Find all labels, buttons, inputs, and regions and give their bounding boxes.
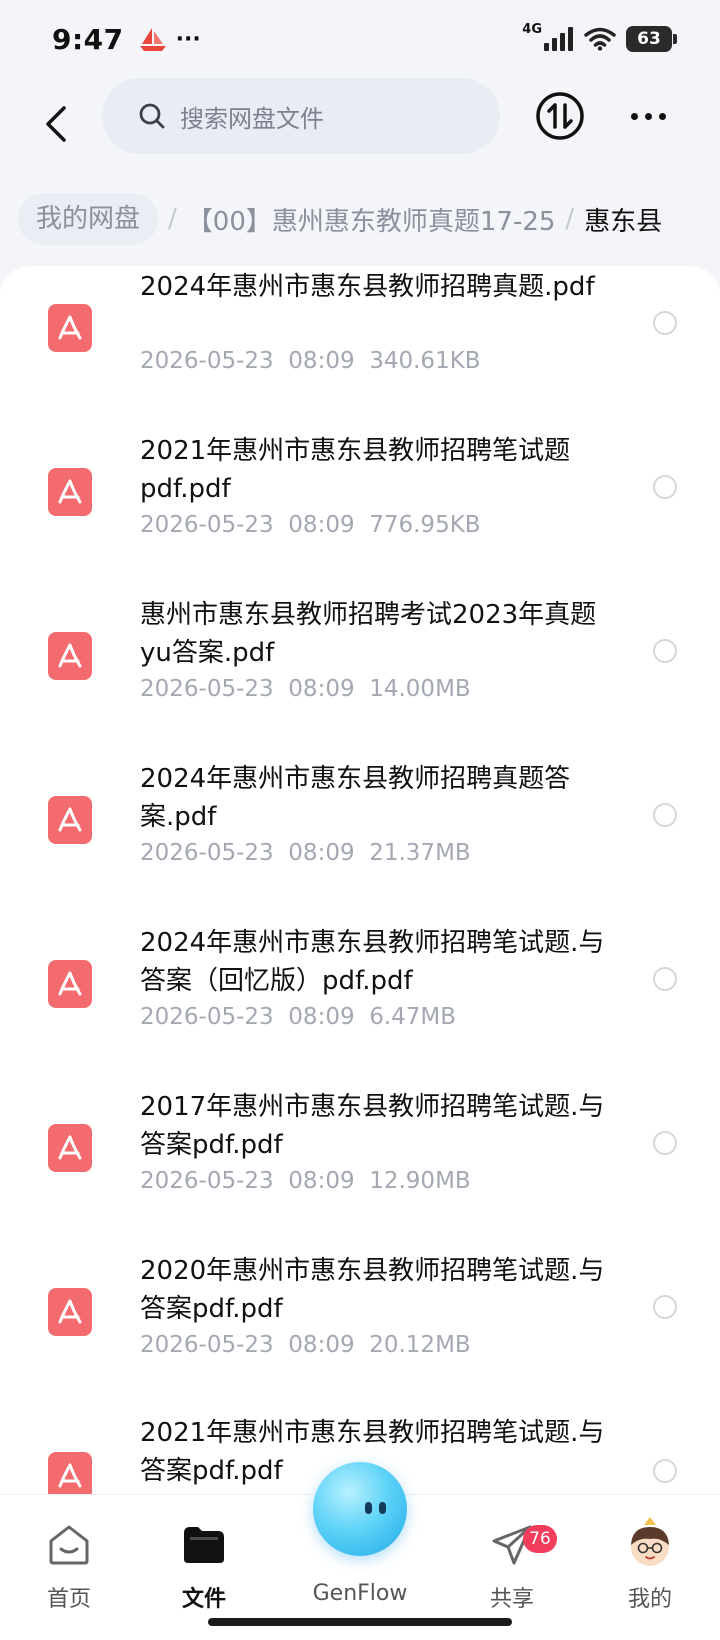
file-list: 2024年惠州市惠东县教师招聘真题.pdf 2026-05-23 08:09 3…	[0, 266, 720, 1496]
top-bar: 搜索网盘文件	[0, 78, 720, 174]
status-indicators: 4G 63	[522, 22, 677, 52]
signal-icon	[544, 27, 573, 51]
file-name: 2021年惠州市惠东县教师招聘笔试题pdf.pdf	[140, 436, 571, 504]
file-row[interactable]: 2024年惠州市惠东县教师招聘真题答案.pdf 2026-05-23 08:09…	[0, 758, 720, 922]
wifi-icon	[584, 27, 616, 51]
select-checkbox[interactable]	[653, 475, 677, 499]
notification-dots: ···	[175, 26, 201, 52]
breadcrumb-root[interactable]: 我的网盘	[18, 193, 159, 245]
nav-share-label: 共享	[489, 1587, 534, 1612]
pdf-file-icon	[48, 960, 92, 1008]
file-row[interactable]: 2020年惠州市惠东县教师招聘笔试题.与答案pdf.pdf 2026-05-23…	[0, 1250, 720, 1414]
nav-files[interactable]: 文件	[149, 1515, 259, 1615]
pdf-file-icon	[48, 1452, 92, 1496]
file-meta: 2026-05-23 08:09 20.12MB	[140, 1332, 471, 1358]
more-button[interactable]	[620, 96, 676, 136]
file-meta: 2026-05-23 08:09 12.90MB	[140, 1168, 471, 1194]
genflow-mascot-icon[interactable]	[313, 1462, 407, 1556]
file-meta: 2026-05-23 08:09 21.37MB	[140, 840, 471, 866]
file-meta: 2026-05-23 08:09 776.95KB	[140, 512, 481, 538]
file-row[interactable]: 2024年惠州市惠东县教师招聘真题.pdf 2026-05-23 08:09 3…	[0, 266, 720, 430]
file-meta: 2026-05-23 08:09 340.61KB	[140, 348, 481, 374]
back-button[interactable]	[28, 96, 84, 152]
file-meta: 2026-05-23 08:09 14.00MB	[140, 676, 471, 702]
sailboat-app-icon	[139, 28, 166, 51]
home-indicator[interactable]	[208, 1618, 512, 1626]
nav-home[interactable]: 首页	[14, 1515, 124, 1615]
breadcrumb-folder[interactable]: 【00】惠州惠东教师真题17-25	[187, 201, 556, 238]
breadcrumb-current: 惠东县	[584, 206, 663, 237]
share-badge: 76	[523, 1525, 557, 1553]
search-input[interactable]: 搜索网盘文件	[102, 78, 500, 154]
nav-genflow-label: GenFlow	[312, 1581, 408, 1606]
home-icon	[49, 1525, 89, 1565]
file-name: 2017年惠州市惠东县教师招聘笔试题.与答案pdf.pdf	[140, 1092, 605, 1160]
network-type: 4G	[522, 21, 542, 37]
pdf-file-icon	[48, 796, 92, 844]
nav-home-label: 首页	[46, 1587, 91, 1612]
file-row[interactable]: 2024年惠州市惠东县教师招聘笔试题.与答案（回忆版）pdf.pdf 2026-…	[0, 922, 720, 1086]
file-row[interactable]: 2017年惠州市惠东县教师招聘笔试题.与答案pdf.pdf 2026-05-23…	[0, 1086, 720, 1250]
select-checkbox[interactable]	[653, 311, 677, 335]
select-checkbox[interactable]	[653, 803, 677, 827]
file-name: 2020年惠州市惠东县教师招聘笔试题.与答案pdf.pdf	[140, 1256, 605, 1324]
file-name: 2024年惠州市惠东县教师招聘真题答案.pdf	[140, 764, 571, 832]
file-name: 2024年惠州市惠东县教师招聘笔试题.与答案（回忆版）pdf.pdf	[140, 928, 605, 996]
avatar-icon	[631, 1517, 669, 1566]
pdf-file-icon	[48, 632, 92, 680]
file-name: 2024年惠州市惠东县教师招聘真题.pdf	[140, 272, 595, 302]
chevron-left-icon	[46, 106, 66, 142]
nav-mine[interactable]: 我的	[595, 1515, 705, 1615]
breadcrumb: 我的网盘 / 【00】惠州惠东教师真题17-25 / 惠东县	[0, 190, 720, 248]
nav-mine-label: 我的	[627, 1587, 672, 1612]
status-time: 9:47	[52, 22, 124, 56]
nav-share[interactable]: 76 共享	[457, 1515, 567, 1615]
pdf-file-icon	[48, 1124, 92, 1172]
select-checkbox[interactable]	[653, 639, 677, 663]
select-checkbox[interactable]	[653, 1131, 677, 1155]
status-bar: 9:47 ··· 4G 63	[0, 0, 720, 78]
pdf-file-icon	[48, 468, 92, 516]
more-horizontal-icon	[630, 112, 638, 120]
nav-files-label: 文件	[181, 1587, 226, 1612]
breadcrumb-separator: /	[168, 204, 177, 234]
search-icon	[139, 103, 165, 129]
folder-icon	[184, 1527, 224, 1563]
select-checkbox[interactable]	[653, 1459, 677, 1483]
select-checkbox[interactable]	[653, 1295, 677, 1319]
file-meta: 2026-05-23 08:09 6.47MB	[140, 1004, 457, 1030]
breadcrumb-separator: /	[565, 204, 575, 234]
search-placeholder: 搜索网盘文件	[180, 104, 324, 133]
pdf-file-icon	[48, 1288, 92, 1336]
battery-indicator: 63	[626, 26, 677, 52]
pdf-file-icon	[48, 304, 92, 352]
sort-updown-icon[interactable]	[534, 90, 586, 142]
file-name: 惠州市惠东县教师招聘考试2023年真题yu答案.pdf	[140, 600, 597, 668]
file-row[interactable]: 2021年惠州市惠东县教师招聘笔试题pdf.pdf 2026-05-23 08:…	[0, 430, 720, 594]
select-checkbox[interactable]	[653, 967, 677, 991]
file-row[interactable]: 惠州市惠东县教师招聘考试2023年真题yu答案.pdf 2026-05-23 0…	[0, 594, 720, 758]
